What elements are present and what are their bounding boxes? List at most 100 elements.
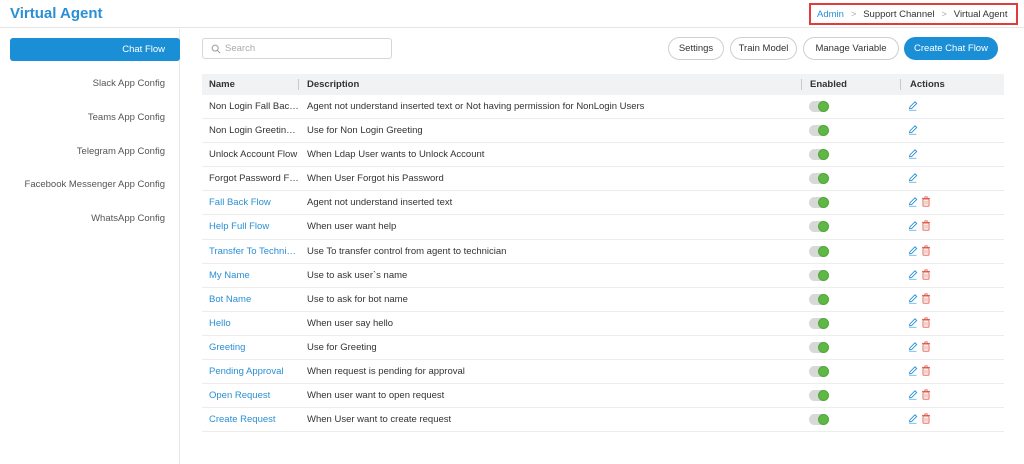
pencil-icon[interactable]: [908, 341, 918, 352]
table-row: My Name Use to ask user`s name: [202, 264, 1004, 288]
page-title: Virtual Agent: [10, 5, 103, 22]
enabled-toggle[interactable]: [809, 293, 829, 305]
flow-name[interactable]: My Name: [209, 264, 299, 287]
enabled-toggle[interactable]: [809, 101, 829, 112]
flow-description: Use for Non Login Greeting: [307, 125, 423, 137]
chat-flow-table: Name Description Enabled Actions Non Log…: [202, 74, 1004, 433]
row-actions: [908, 389, 931, 400]
manage-variable-button[interactable]: Manage Variable: [803, 37, 899, 60]
flow-name[interactable]: Pending Approval: [209, 360, 299, 383]
trash-icon[interactable]: [921, 341, 931, 352]
row-actions: [908, 317, 931, 328]
row-actions: [908, 196, 931, 208]
search-input[interactable]: [225, 43, 385, 54]
trash-icon[interactable]: [921, 196, 931, 208]
column-header-actions: Actions: [910, 79, 945, 90]
enabled-toggle[interactable]: [809, 245, 829, 257]
pencil-icon[interactable]: [908, 245, 918, 256]
enabled-toggle[interactable]: [809, 390, 829, 402]
table-header: Name Description Enabled Actions: [202, 74, 1004, 95]
flow-name[interactable]: Transfer To Technic...: [209, 240, 299, 263]
pencil-icon[interactable]: [908, 148, 918, 159]
column-header-description[interactable]: Description: [307, 74, 359, 95]
toggle-knob: [818, 245, 829, 257]
column-header-enabled[interactable]: Enabled: [810, 74, 847, 95]
flow-description: When Ldap User wants to Unlock Account: [307, 149, 485, 161]
toggle-knob: [818, 293, 829, 305]
sidebar-item-slack-app-config[interactable]: Slack App Config: [10, 73, 180, 95]
sidebar: Chat Flow Slack App Config Teams App Con…: [0, 29, 180, 464]
row-actions: [908, 245, 931, 256]
breadcrumb-admin[interactable]: Admin: [817, 9, 844, 20]
row-actions: [908, 124, 918, 135]
trash-icon[interactable]: [921, 293, 931, 304]
sidebar-item-telegram-app-config[interactable]: Telegram App Config: [10, 141, 180, 163]
pencil-icon[interactable]: [908, 220, 918, 231]
enabled-toggle[interactable]: [809, 317, 829, 329]
create-chat-flow-button[interactable]: Create Chat Flow: [904, 37, 998, 60]
enabled-toggle[interactable]: [809, 366, 829, 378]
table-row: Non Login Fall Back ... Agent not underst…: [202, 95, 1004, 120]
trash-icon[interactable]: [921, 269, 931, 280]
enabled-toggle[interactable]: [809, 269, 829, 281]
pencil-icon[interactable]: [908, 365, 918, 376]
pencil-icon[interactable]: [908, 124, 918, 135]
enabled-toggle[interactable]: [809, 221, 829, 233]
breadcrumb-support-channel[interactable]: Support Channel: [863, 9, 934, 20]
pencil-icon[interactable]: [908, 389, 918, 400]
chevron-right-icon: >: [941, 9, 947, 19]
pencil-icon[interactable]: [908, 196, 918, 207]
table-body: Non Login Fall Back ... Agent not underst…: [202, 95, 1004, 433]
pencil-icon[interactable]: [908, 100, 918, 111]
toggle-knob: [818, 390, 829, 402]
flow-name[interactable]: Open Request: [209, 384, 299, 407]
trash-icon[interactable]: [921, 220, 931, 232]
flow-name[interactable]: Help Full Flow: [209, 215, 299, 238]
toggle-knob: [818, 197, 829, 209]
enabled-toggle[interactable]: [809, 173, 829, 185]
flow-description: Agent not understand inserted text or No…: [307, 101, 645, 112]
enabled-toggle[interactable]: [809, 414, 829, 426]
row-actions: [908, 148, 918, 159]
trash-icon[interactable]: [921, 389, 931, 400]
toggle-knob: [818, 125, 829, 137]
pencil-icon[interactable]: [908, 293, 918, 304]
settings-button[interactable]: Settings: [668, 37, 724, 60]
pencil-icon[interactable]: [908, 172, 918, 183]
pencil-icon[interactable]: [908, 317, 918, 328]
flow-name: Non Login Fall Back ...: [209, 101, 299, 112]
train-model-button[interactable]: Train Model: [730, 37, 797, 60]
sidebar-item-whatsapp-config[interactable]: WhatsApp Config: [10, 208, 180, 230]
enabled-toggle[interactable]: [809, 197, 829, 209]
pencil-icon[interactable]: [908, 269, 918, 280]
enabled-toggle[interactable]: [809, 341, 829, 353]
sidebar-item-facebook-messenger-app-config[interactable]: Facebook Messenger App Config: [10, 174, 180, 196]
sidebar-item-teams-app-config[interactable]: Teams App Config: [10, 107, 180, 129]
flow-name[interactable]: Bot Name: [209, 288, 299, 311]
flow-name[interactable]: Hello: [209, 312, 299, 335]
table-row: Open Request When user want to open reque…: [202, 384, 1004, 409]
toggle-knob: [818, 101, 829, 112]
toggle-knob: [818, 269, 829, 281]
trash-icon[interactable]: [921, 317, 931, 328]
flow-name[interactable]: Fall Back Flow: [209, 191, 299, 214]
column-header-name[interactable]: Name: [209, 74, 235, 95]
trash-icon[interactable]: [921, 413, 931, 424]
table-row: Help Full Flow When user want help: [202, 215, 1004, 240]
pencil-icon[interactable]: [908, 413, 918, 424]
row-actions: [908, 293, 931, 304]
sidebar-item-chat-flow[interactable]: Chat Flow: [10, 38, 180, 61]
enabled-toggle[interactable]: [809, 125, 829, 137]
table-row: Forgot Password Fl... When User Forgot hi…: [202, 167, 1004, 192]
flow-description: When request is pending for approval: [307, 366, 465, 378]
toggle-knob: [818, 149, 829, 161]
trash-icon[interactable]: [921, 245, 931, 256]
toggle-knob: [818, 341, 829, 353]
trash-icon[interactable]: [921, 365, 931, 376]
flow-description: Use To transfer control from agent to te…: [307, 245, 507, 257]
flow-name[interactable]: Create Request: [209, 408, 299, 431]
search-box[interactable]: [202, 38, 392, 59]
enabled-toggle[interactable]: [809, 149, 829, 161]
row-actions: [908, 220, 931, 232]
flow-name[interactable]: Greeting: [209, 336, 299, 359]
